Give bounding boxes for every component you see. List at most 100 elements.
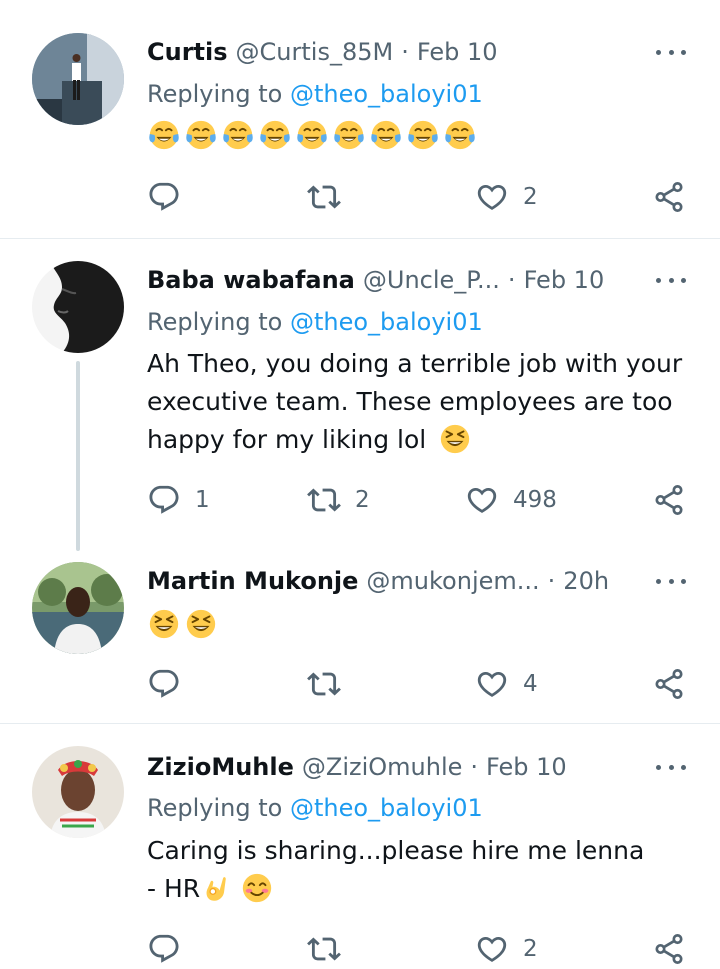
- separator-dot: ·: [470, 753, 479, 781]
- retweet-button[interactable]: [307, 929, 355, 969]
- replying-to: Replying to @theo_baloyi01: [147, 80, 483, 108]
- user-handle[interactable]: @Curtis_85M: [236, 38, 394, 66]
- share-icon: [652, 667, 686, 701]
- separator-dot: ·: [507, 266, 516, 294]
- avatar[interactable]: [32, 746, 124, 838]
- retweet-icon: [307, 667, 341, 701]
- reply-icon: [147, 932, 181, 966]
- grinning-squinting-emoji: [438, 422, 472, 456]
- tweet-curtis[interactable]: Curtis @Curtis_85M · Feb 10 Replying to …: [0, 0, 720, 238]
- mention-link[interactable]: @theo_baloyi01: [290, 794, 483, 822]
- separator-dot: ·: [401, 38, 409, 66]
- like-button[interactable]: 4: [475, 664, 538, 704]
- tears-of-joy-emoji: [332, 118, 366, 152]
- tweet-text: Caring is sharing...please hire me lenna…: [147, 832, 647, 908]
- reply-icon: [147, 180, 181, 214]
- tears-of-joy-emoji: [443, 118, 477, 152]
- share-button[interactable]: [652, 480, 686, 520]
- share-button[interactable]: [652, 177, 686, 217]
- display-name[interactable]: Baba wabafana: [147, 266, 355, 294]
- tears-of-joy-emoji: [184, 118, 218, 152]
- like-icon: [475, 667, 509, 701]
- replying-to: Replying to @theo_baloyi01: [147, 794, 483, 822]
- tweet-text: Ah Theo, you doing a terrible job with y…: [147, 345, 687, 459]
- retweet-button[interactable]: 2: [307, 480, 370, 520]
- like-icon: [475, 932, 509, 966]
- retweet-icon: [307, 180, 341, 214]
- tweet-date[interactable]: Feb 10: [486, 753, 567, 781]
- like-icon: [465, 483, 499, 517]
- display-name[interactable]: Martin Mukonje: [147, 567, 358, 595]
- tweet-header: ZizioMuhle @ZiziOmuhle · Feb 10: [147, 751, 690, 783]
- tweet-header: Martin Mukonje @mukonjem... · 20h: [147, 565, 690, 597]
- tweet-actions: 4: [147, 664, 692, 704]
- like-count: 2: [523, 184, 538, 210]
- tweet-body-emojis: [147, 607, 218, 641]
- retweet-icon: [307, 932, 341, 966]
- tweet-header: Baba wabafana @Uncle_P... · Feb 10: [147, 264, 690, 296]
- more-icon[interactable]: [656, 270, 686, 290]
- like-icon: [475, 180, 509, 214]
- more-icon[interactable]: [656, 757, 686, 777]
- ok-hand-emoji: [200, 871, 232, 903]
- like-button[interactable]: 2: [475, 177, 538, 217]
- like-button[interactable]: 498: [465, 480, 557, 520]
- tears-of-joy-emoji: [258, 118, 292, 152]
- share-button[interactable]: [652, 664, 686, 704]
- avatar[interactable]: [32, 261, 124, 353]
- tweet-date[interactable]: 20h: [563, 567, 609, 595]
- tweet-date[interactable]: Feb 10: [524, 266, 605, 294]
- tweet-actions: 1 2 498: [147, 480, 692, 520]
- tears-of-joy-emoji: [147, 118, 181, 152]
- reply-count: 1: [195, 487, 210, 513]
- reply-button[interactable]: [147, 177, 195, 217]
- user-handle[interactable]: @Uncle_P...: [363, 266, 500, 294]
- replying-to: Replying to @theo_baloyi01: [147, 308, 483, 336]
- tweet-actions: 2: [147, 929, 692, 969]
- separator-dot: ·: [547, 567, 556, 595]
- tweet-martin-mukonje[interactable]: Martin Mukonje @mukonjem... · 20h 4: [0, 540, 720, 723]
- reply-button[interactable]: [147, 929, 195, 969]
- retweet-icon: [307, 483, 341, 517]
- grinning-squinting-emoji: [147, 607, 181, 641]
- tweet-baba-wabafana[interactable]: Baba wabafana @Uncle_P... · Feb 10 Reply…: [0, 239, 720, 551]
- reply-button[interactable]: 1: [147, 480, 210, 520]
- replying-prefix: Replying to: [147, 308, 283, 336]
- tweet-body-text: Ah Theo, you doing a terrible job with y…: [147, 349, 683, 454]
- retweet-button[interactable]: [307, 664, 355, 704]
- share-icon: [652, 932, 686, 966]
- replying-prefix: Replying to: [147, 80, 283, 108]
- avatar[interactable]: [32, 33, 124, 125]
- like-count: 498: [513, 487, 557, 513]
- thread-line: [76, 361, 80, 551]
- tears-of-joy-emoji: [406, 118, 440, 152]
- reply-icon: [147, 483, 181, 517]
- smiling-blush-emoji: [240, 871, 274, 905]
- reply-button[interactable]: [147, 664, 195, 704]
- like-count: 4: [523, 671, 538, 697]
- tweet-date[interactable]: Feb 10: [417, 38, 498, 66]
- reply-icon: [147, 667, 181, 701]
- display-name[interactable]: ZizioMuhle: [147, 753, 294, 781]
- tweet-body-emojis: [147, 118, 477, 152]
- tweet-header: Curtis @Curtis_85M · Feb 10: [147, 36, 690, 68]
- tweet-actions: 2: [147, 177, 692, 217]
- retweet-button[interactable]: [307, 177, 355, 217]
- more-icon[interactable]: [656, 571, 686, 591]
- more-icon[interactable]: [656, 42, 686, 62]
- share-icon: [652, 483, 686, 517]
- like-button[interactable]: 2: [475, 929, 538, 969]
- user-handle[interactable]: @ZiziOmuhle: [302, 753, 463, 781]
- mention-link[interactable]: @theo_baloyi01: [290, 308, 483, 336]
- retweet-count: 2: [355, 487, 370, 513]
- tears-of-joy-emoji: [369, 118, 403, 152]
- user-handle[interactable]: @mukonjem...: [366, 567, 539, 595]
- grinning-squinting-emoji: [184, 607, 218, 641]
- replying-prefix: Replying to: [147, 794, 283, 822]
- share-button[interactable]: [652, 929, 686, 969]
- avatar[interactable]: [32, 562, 124, 654]
- tears-of-joy-emoji: [295, 118, 329, 152]
- display-name[interactable]: Curtis: [147, 38, 228, 66]
- tweet-ziziomuhle[interactable]: ZizioMuhle @ZiziOmuhle · Feb 10 Replying…: [0, 724, 720, 966]
- mention-link[interactable]: @theo_baloyi01: [290, 80, 483, 108]
